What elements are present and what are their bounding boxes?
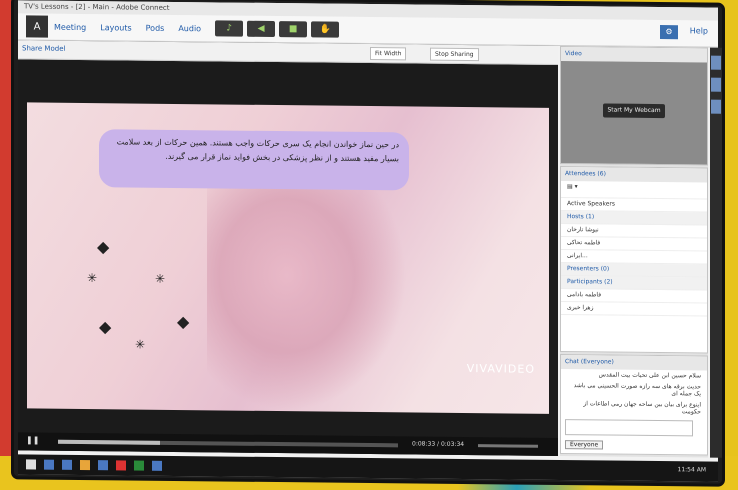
sparkle-icon: ◆ xyxy=(177,311,190,332)
share-pod-title: Share Model xyxy=(22,44,66,53)
chat-pod: Chat (Everyone) سلام حسین ابن علی تحیات … xyxy=(560,354,708,456)
video-watermark: VIVAVIDEO xyxy=(466,362,535,376)
search-icon[interactable] xyxy=(44,459,54,470)
chat-message: اینوع برای بیان بین ساحه جهان رمی اطاعات… xyxy=(583,400,701,416)
task-view-icon[interactable] xyxy=(62,459,72,470)
menu-pods[interactable]: Pods xyxy=(146,23,165,32)
playback-bar: ❚❚ 0:08:33 / 0:03:34 xyxy=(18,432,558,456)
layout-discussion-icon[interactable] xyxy=(711,77,721,92)
microphone-icon[interactable]: ♪ xyxy=(215,20,244,37)
menu-audio[interactable]: Audio xyxy=(178,24,201,33)
monitor: TV's Lessons - [2] - Main - Adobe Connec… xyxy=(14,0,722,484)
sparkle-icon: ✳ xyxy=(87,271,98,286)
camera-icon[interactable]: ■ xyxy=(279,21,308,38)
shared-video-frame: در حین نماز خواندن انجام یک سری حرکات وا… xyxy=(27,102,549,414)
folder-icon[interactable] xyxy=(80,459,90,471)
start-icon[interactable] xyxy=(26,459,36,470)
help-link[interactable]: Help xyxy=(690,26,708,35)
progress-bar[interactable] xyxy=(58,439,398,448)
sparkle-icon: ✳ xyxy=(155,271,166,286)
sparkle-icon: ◆ xyxy=(99,317,112,337)
speaker-icon[interactable]: ◀ xyxy=(247,20,276,38)
attendees-pod: Attendees (6) ▤ ▾ Active Speakers Hosts … xyxy=(560,166,708,354)
attendee-item[interactable]: زهرا خیری xyxy=(561,302,707,317)
sparkle-icon: ✳ xyxy=(135,337,146,352)
app-icon[interactable] xyxy=(152,460,162,471)
menu-meeting[interactable]: Meeting xyxy=(54,22,86,31)
gear-icon[interactable]: ⚙ xyxy=(660,25,678,40)
caption-box: در حین نماز خواندن انجام یک سری حرکات وا… xyxy=(99,129,409,191)
menu-layouts[interactable]: Layouts xyxy=(100,23,131,32)
app-icon[interactable] xyxy=(116,460,126,471)
sparkle-icon: ◆ xyxy=(97,237,110,257)
start-webcam-button[interactable]: Start My Webcam xyxy=(603,103,665,119)
chat-tab-everyone[interactable]: Everyone xyxy=(565,440,604,450)
screen: TV's Lessons - [2] - Main - Adobe Connec… xyxy=(18,0,722,482)
layout-sharing-icon[interactable] xyxy=(711,55,721,70)
chat-pod-title: Chat (Everyone) xyxy=(561,355,707,371)
chat-message: حدیث برقه های سه رازه صورت الحسینی می با… xyxy=(573,382,701,398)
chat-input[interactable] xyxy=(565,419,693,437)
app-icon[interactable] xyxy=(134,460,144,471)
adobe-logo: A xyxy=(26,15,48,38)
edge-icon[interactable] xyxy=(98,460,108,471)
stop-sharing-button[interactable]: Stop Sharing xyxy=(430,47,479,62)
right-panel: Video Start My Webcam Attendees (6) ▤ ▾ … xyxy=(560,46,708,458)
volume-slider[interactable] xyxy=(478,444,538,448)
video-area: Start My Webcam xyxy=(561,61,707,165)
pause-icon[interactable]: ❚❚ xyxy=(26,435,39,444)
raise-hand-icon[interactable]: ✋ xyxy=(311,21,340,38)
attendee-toolbar: ▤ ▾ xyxy=(561,181,707,200)
share-pod: Share Model Fit Width Stop Sharing در حی… xyxy=(18,40,558,456)
layout-collab-icon[interactable] xyxy=(711,99,721,114)
taskbar-clock: 11:54 AM xyxy=(677,466,706,474)
layout-strip xyxy=(710,47,722,458)
video-pod: Video Start My Webcam xyxy=(560,46,708,166)
fit-width-button[interactable]: Fit Width xyxy=(370,47,407,61)
video-pod-title: Video xyxy=(561,47,707,63)
attendees-pod-title: Attendees (6) xyxy=(561,167,707,183)
playback-time: 0:08:33 / 0:03:34 xyxy=(412,440,465,449)
marble-texture xyxy=(207,184,407,413)
